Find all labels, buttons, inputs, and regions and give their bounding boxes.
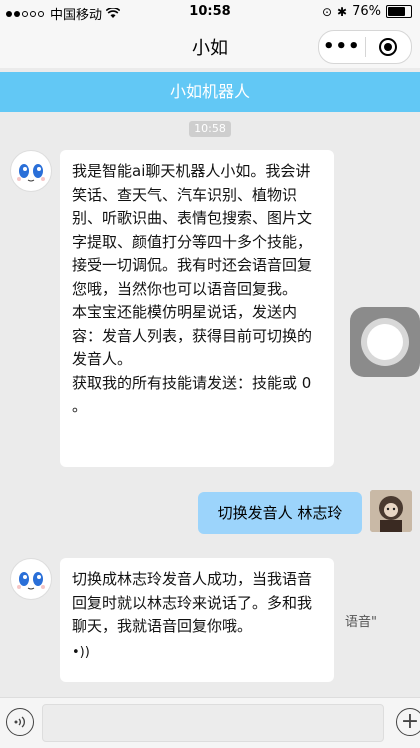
assistive-ring-icon — [361, 318, 409, 366]
status-right: ⊙ ✱ 76% — [322, 4, 412, 19]
message-paragraph: 切换成林志玲发音人成功，当我语音回复时就以林志玲来说话了。多和我聊天，我就语音回… — [72, 570, 313, 635]
bot-avatar[interactable] — [10, 558, 52, 600]
bluetooth-icon: ✱ — [337, 4, 348, 19]
assistive-touch-button[interactable] — [350, 307, 420, 377]
message-paragraph: 获取我的所有技能请发送：技能或 0 。 — [72, 373, 317, 416]
bot-message-bubble[interactable]: 切换成林志玲发音人成功，当我语音回复时就以林志玲来说话了。多和我聊天，我就语音回… — [60, 558, 334, 682]
title-bar: 小如 ••• — [0, 24, 420, 68]
message-paragraph: 我是智能ai聊天机器人小如。我会讲笑话、查天气、汽车识别、植物识别、听歌识曲、表… — [72, 162, 313, 298]
plus-icon[interactable]: + — [396, 708, 420, 736]
message-paragraph: 本宝宝还能模仿明星说话，发送内容：发音人列表，获得目前可切换的发音人。 — [72, 303, 313, 368]
robot-banner: 小如机器人 — [0, 72, 420, 112]
lock-rotation-icon: ⊙ — [321, 4, 333, 19]
voice-icon — [14, 716, 25, 728]
mini-program-capsule: ••• — [318, 30, 412, 64]
robot-face-icon — [17, 572, 45, 590]
status-bar: 中国移动 10:58 ⊙ ✱ 76% — [0, 0, 420, 24]
voice-input-button[interactable] — [6, 708, 34, 736]
battery-label: 76% — [352, 4, 381, 19]
user-message-bubble[interactable]: 切换发音人 林志玲 — [198, 492, 362, 534]
message-input[interactable] — [42, 704, 384, 742]
bot-avatar[interactable] — [10, 150, 52, 192]
user-avatar[interactable] — [370, 490, 412, 532]
battery-icon — [386, 5, 412, 18]
voice-playing-icon[interactable]: •)) — [72, 641, 90, 665]
more-dots-icon[interactable]: ••• — [319, 31, 365, 63]
message-timestamp: 10:58 — [189, 121, 231, 137]
side-text: 语音" — [345, 615, 377, 630]
user-photo-icon — [370, 490, 412, 532]
record-circle-icon — [379, 38, 398, 56]
bot-message-bubble[interactable]: 我是智能ai聊天机器人小如。我会讲笑话、查天气、汽车识别、植物识别、听歌识曲、表… — [60, 150, 334, 467]
input-bar: + — [0, 697, 420, 748]
close-button[interactable] — [366, 38, 412, 56]
robot-face-icon — [17, 164, 45, 182]
